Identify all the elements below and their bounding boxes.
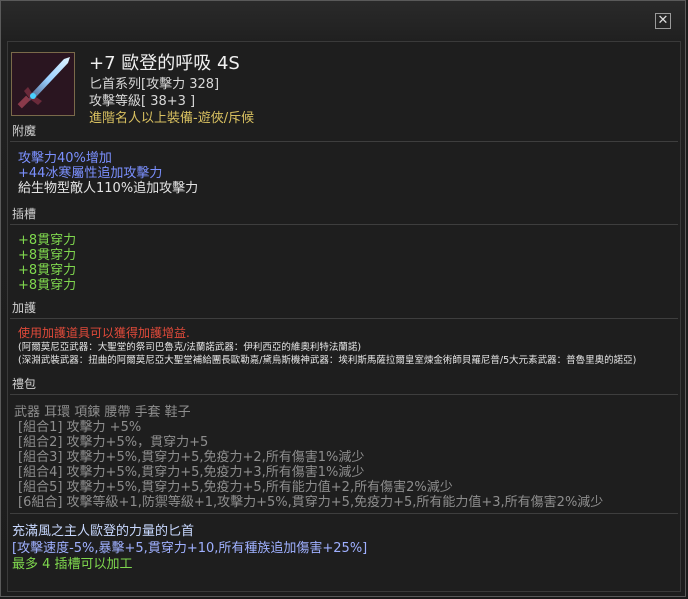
equip-requirement: 進階名人以上裝備-遊俠/斥候	[89, 111, 255, 126]
protection-info: (阿爾莫尼亞武器：大聖堂的祭司巴魯克/法蘭諾武器：伊利西亞的維奧利特法蘭諾)	[18, 342, 362, 353]
divider	[10, 318, 678, 319]
protection-info: (深淵武裝武器：扭曲的阿爾莫尼亞大聖堂補給團長歐勒嘉/黛烏斯機神武器：埃利斯馬薩…	[18, 355, 637, 366]
close-button[interactable]: ✕	[655, 13, 671, 29]
socket-capacity: 最多 4 插槽可以加工	[12, 557, 133, 572]
divider	[10, 513, 678, 514]
section-socket: 插槽	[12, 207, 37, 221]
dagger-icon	[11, 52, 75, 116]
section-enchant: 附魔	[12, 124, 37, 138]
set-combo: [6組合] 攻擊等級+1,防禦等級+1,攻擊力+5%,貫穿力+5,免疫力+5,所…	[18, 495, 604, 510]
socket-line: +8貫穿力	[18, 278, 77, 293]
enchant-line: 給生物型敵人110%追加攻擊力	[18, 181, 199, 196]
divider	[10, 394, 678, 395]
section-gift: 禮包	[12, 377, 37, 391]
divider	[10, 224, 678, 225]
item-name: +7 歐登的呼吸 4S	[89, 53, 240, 74]
close-icon: ✕	[657, 13, 669, 28]
divider	[10, 141, 678, 142]
section-protection: 加護	[12, 301, 37, 315]
